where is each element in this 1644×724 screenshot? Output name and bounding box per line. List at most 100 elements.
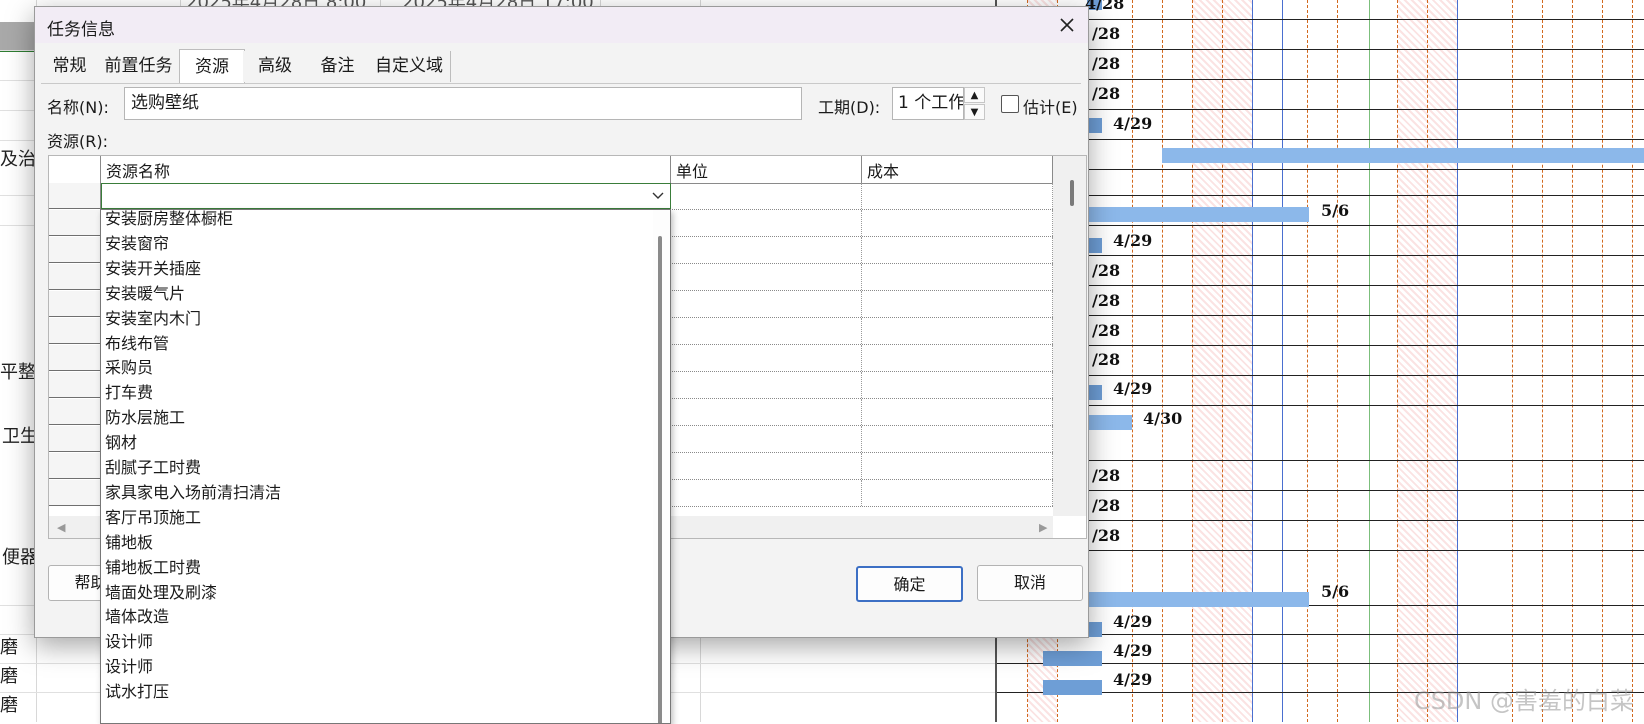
gantt-date-label: /28 bbox=[1092, 321, 1121, 340]
row-header[interactable] bbox=[49, 264, 101, 290]
gantt-row-line bbox=[997, 405, 1644, 406]
gantt-date-label: /28 bbox=[1092, 526, 1121, 545]
chevron-down-icon[interactable] bbox=[648, 186, 668, 206]
task-name-fragment: 便器 bbox=[2, 547, 38, 568]
dropdown-option[interactable]: 安装厨房整体橱柜 bbox=[101, 210, 653, 232]
gantt-bar[interactable] bbox=[1087, 592, 1309, 607]
grid-vertical-scrollbar[interactable] bbox=[1053, 156, 1086, 516]
row-header[interactable] bbox=[49, 318, 101, 344]
column-header-cost[interactable]: 成本 bbox=[862, 156, 1053, 183]
gantt-row-line bbox=[997, 285, 1644, 286]
row-header[interactable] bbox=[49, 426, 101, 452]
dropdown-option[interactable]: 刮腻子工时费 bbox=[101, 457, 653, 481]
dropdown-option[interactable]: 安装暖气片 bbox=[101, 283, 653, 307]
gantt-row-line bbox=[997, 225, 1644, 226]
dropdown-scroll-thumb[interactable] bbox=[658, 236, 662, 723]
gantt-date-label: /28 bbox=[1092, 24, 1121, 43]
tab-underline bbox=[41, 83, 1081, 84]
tab-advanced[interactable]: 高级 bbox=[243, 51, 308, 82]
row-header[interactable] bbox=[49, 291, 101, 317]
resource-name-combobox[interactable] bbox=[101, 183, 671, 209]
grid-header: 资源名称 单位 成本 bbox=[49, 156, 1053, 184]
gantt-date-label: 4/29 bbox=[1113, 612, 1153, 631]
gantt-row-line bbox=[997, 375, 1644, 376]
row-header[interactable] bbox=[49, 237, 101, 263]
gantt-bar[interactable] bbox=[1087, 207, 1309, 222]
spin-up-button[interactable]: ▲ bbox=[964, 87, 985, 103]
grid-scroll-thumb[interactable] bbox=[1070, 180, 1074, 206]
gantt-date-label: 5/6 bbox=[1321, 201, 1350, 220]
row-header[interactable] bbox=[49, 345, 101, 371]
task-name-fragment: 卫生 bbox=[2, 426, 38, 447]
row-header[interactable] bbox=[49, 183, 101, 209]
column-header-units[interactable]: 单位 bbox=[671, 156, 862, 183]
gantt-summary-bar[interactable] bbox=[1162, 148, 1644, 163]
row-header[interactable] bbox=[49, 453, 101, 479]
gantt-row-line bbox=[997, 550, 1644, 551]
dropdown-option[interactable]: 采购员 bbox=[101, 357, 653, 381]
cancel-button[interactable]: 取消 bbox=[977, 565, 1083, 601]
resource-dropdown-list[interactable]: 安装厨房整体橱柜 安装窗帘 安装开关插座 安装暖气片 安装室内木门 布线布管 采购员 打车费防… bbox=[100, 209, 671, 724]
dropdown-option[interactable]: 试水打压 bbox=[101, 681, 653, 705]
task-name-fragment: 平整 bbox=[0, 362, 36, 383]
gantt-bar[interactable] bbox=[1087, 238, 1102, 253]
gantt-date-label: 4/29 bbox=[1113, 231, 1153, 250]
row-header[interactable] bbox=[49, 210, 101, 236]
gantt-row-line bbox=[997, 490, 1644, 491]
gantt-chart: 4/28 /28 /28 /28 4/29 5/6 4/29 /28 /28 /… bbox=[995, 0, 1644, 722]
gantt-date-label: 4/29 bbox=[1113, 641, 1153, 660]
dropdown-option[interactable]: 墙体改造 bbox=[101, 606, 653, 630]
dropdown-option[interactable]: 设计师 bbox=[101, 656, 653, 680]
tab-resources[interactable]: 资源 bbox=[179, 49, 245, 83]
row-header[interactable] bbox=[49, 372, 101, 398]
dropdown-option[interactable]: 铺地板 bbox=[101, 532, 653, 556]
dropdown-option[interactable]: 铺地板工时费 bbox=[101, 557, 653, 581]
scroll-right-icon[interactable]: ▶ bbox=[1039, 521, 1047, 534]
dropdown-option[interactable]: 客厅吊顶施工 bbox=[101, 507, 653, 531]
dropdown-option[interactable]: 打车费 bbox=[101, 382, 653, 406]
dropdown-option[interactable]: 设计师 bbox=[101, 631, 653, 655]
task-name-fragment: 磨 bbox=[0, 666, 18, 687]
tab-notes[interactable]: 备注 bbox=[307, 51, 369, 82]
dropdown-option[interactable]: 安装窗帘 bbox=[101, 233, 653, 257]
gantt-date-label: 4/29 bbox=[1113, 379, 1153, 398]
column-header-resource-name[interactable]: 资源名称 bbox=[101, 156, 671, 183]
close-button[interactable] bbox=[1046, 7, 1088, 43]
estimate-label: 估计(E) bbox=[1023, 98, 1078, 117]
dropdown-option[interactable]: 钢材 bbox=[101, 432, 653, 456]
gantt-row-line bbox=[997, 460, 1644, 461]
dropdown-option[interactable]: 墙面处理及刷漆 bbox=[101, 582, 653, 606]
gantt-bar[interactable] bbox=[1043, 651, 1102, 666]
task-name-fragment: 磨 bbox=[0, 637, 18, 658]
gantt-bar[interactable] bbox=[1087, 415, 1132, 430]
row-header[interactable] bbox=[49, 480, 101, 506]
gantt-row-line bbox=[997, 520, 1644, 521]
row-header[interactable] bbox=[49, 399, 101, 425]
scroll-left-icon[interactable]: ◀ bbox=[57, 521, 65, 534]
gantt-date-label: /28 bbox=[1092, 496, 1121, 515]
dropdown-option[interactable]: 安装开关插座 bbox=[101, 258, 653, 282]
task-name-input[interactable]: 选购壁纸 bbox=[124, 87, 802, 120]
gantt-bar[interactable] bbox=[1087, 385, 1102, 400]
duration-input[interactable]: 1 个工作日 bbox=[892, 87, 964, 120]
tab-general[interactable]: 常规 bbox=[41, 51, 99, 82]
gantt-bar[interactable] bbox=[1043, 680, 1102, 695]
resources-label: 资源(R): bbox=[47, 132, 108, 151]
dropdown-option[interactable]: 防水层施工 bbox=[101, 407, 653, 431]
dialog-title: 任务信息 bbox=[47, 20, 115, 40]
dialog-titlebar[interactable]: 任务信息 bbox=[35, 7, 1088, 43]
ok-button[interactable]: 确定 bbox=[856, 566, 963, 602]
estimate-checkbox[interactable] bbox=[1001, 95, 1019, 113]
tab-custom-fields[interactable]: 自定义域 bbox=[368, 51, 451, 82]
dropdown-option[interactable]: 安装室内木门 bbox=[101, 308, 653, 332]
dropdown-option[interactable]: 家具家电入场前清扫清洁 bbox=[101, 482, 653, 506]
spin-down-button[interactable]: ▼ bbox=[964, 104, 985, 120]
gantt-bar[interactable] bbox=[1087, 118, 1102, 133]
gantt-date-label: 4/30 bbox=[1143, 409, 1183, 428]
gantt-date-label: 4/29 bbox=[1113, 670, 1153, 689]
duration-spinner: ▲ ▼ bbox=[964, 87, 985, 120]
gantt-date-label: /28 bbox=[1092, 291, 1121, 310]
selected-row-indicator bbox=[0, 22, 36, 52]
tab-predecessors[interactable]: 前置任务 bbox=[98, 51, 180, 82]
dropdown-option[interactable]: 布线布管 bbox=[101, 333, 653, 357]
